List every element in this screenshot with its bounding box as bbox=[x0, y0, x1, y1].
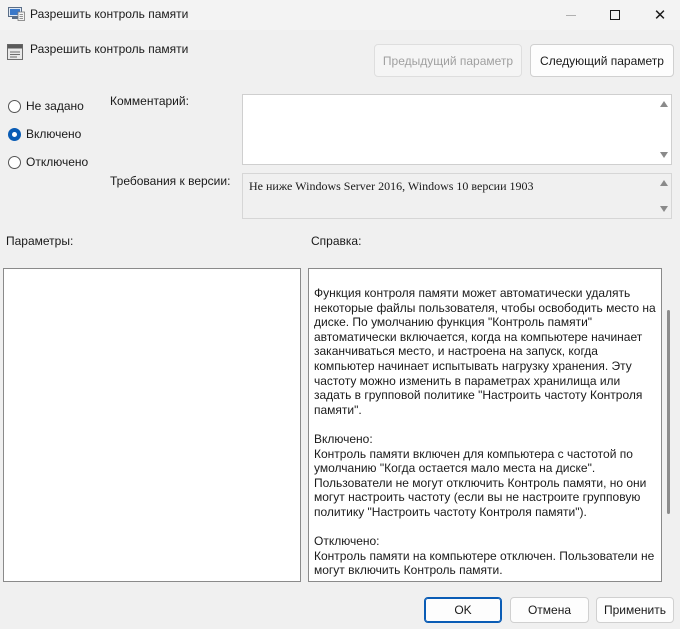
radio-enabled[interactable]: Включено bbox=[8, 127, 81, 141]
previous-setting-button[interactable]: Предыдущий параметр bbox=[374, 44, 522, 77]
radio-label: Отключено bbox=[26, 155, 89, 169]
policy-setting-icon bbox=[7, 44, 23, 60]
ok-button[interactable]: OK bbox=[424, 597, 502, 623]
scroll-down-icon[interactable] bbox=[660, 206, 668, 212]
maximize-button[interactable] bbox=[592, 0, 638, 30]
radio-circle[interactable] bbox=[8, 127, 21, 141]
scroll-down-icon[interactable] bbox=[660, 152, 668, 158]
policy-title: Разрешить контроль памяти bbox=[30, 42, 189, 56]
help-scrollbar-thumb[interactable] bbox=[667, 310, 670, 514]
comment-scrollbar[interactable] bbox=[657, 95, 671, 164]
radio-circle[interactable] bbox=[8, 99, 21, 113]
help-panel: Функция контроля памяти может автоматиче… bbox=[308, 268, 662, 582]
comment-label: Комментарий: bbox=[110, 94, 189, 108]
window-title: Разрешить контроль памяти bbox=[30, 7, 189, 21]
help-label: Справка: bbox=[311, 234, 362, 248]
close-icon: ✕ bbox=[653, 5, 667, 24]
parameters-panel bbox=[3, 268, 301, 582]
maximize-icon bbox=[610, 10, 620, 20]
version-requirements-box: Не ниже Windows Server 2016, Windows 10 … bbox=[242, 173, 672, 219]
cancel-button[interactable]: Отмена bbox=[510, 597, 589, 623]
apply-button[interactable]: Применить bbox=[596, 597, 674, 623]
radio-not-configured[interactable]: Не задано bbox=[8, 99, 84, 113]
close-button[interactable]: ✕ bbox=[637, 0, 680, 30]
radio-disabled[interactable]: Отключено bbox=[8, 155, 88, 169]
minimize-icon bbox=[566, 14, 576, 16]
scroll-up-icon[interactable] bbox=[660, 180, 668, 186]
parameters-label: Параметры: bbox=[6, 234, 74, 248]
version-scrollbar[interactable] bbox=[657, 174, 671, 218]
help-text: Функция контроля памяти может автоматиче… bbox=[314, 286, 656, 578]
comment-textarea[interactable] bbox=[242, 94, 672, 165]
radio-label: Не задано bbox=[26, 99, 84, 113]
scroll-up-icon[interactable] bbox=[660, 101, 668, 107]
radio-label: Включено bbox=[26, 127, 82, 141]
radio-circle[interactable] bbox=[8, 155, 21, 169]
policy-app-icon bbox=[8, 7, 25, 21]
minimize-button[interactable] bbox=[548, 0, 594, 30]
version-requirements-label: Требования к версии: bbox=[110, 174, 231, 188]
version-requirements-text: Не ниже Windows Server 2016, Windows 10 … bbox=[249, 179, 534, 193]
next-setting-button[interactable]: Следующий параметр bbox=[530, 44, 674, 77]
